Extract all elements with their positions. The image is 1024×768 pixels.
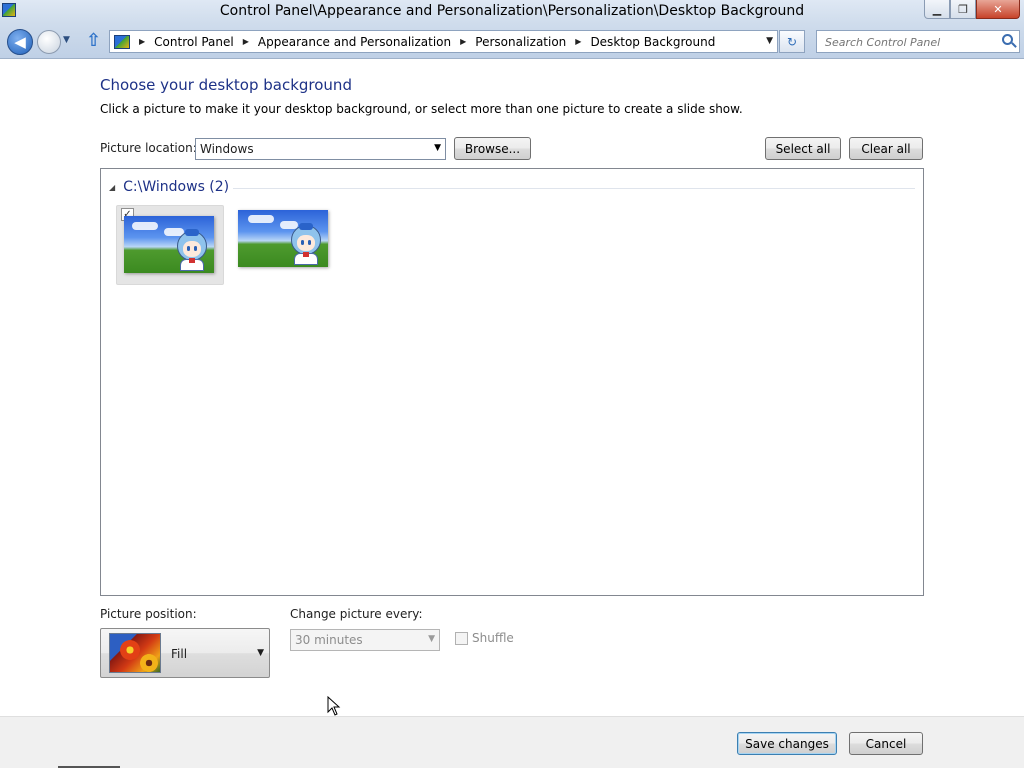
- back-button[interactable]: ◀: [7, 29, 33, 55]
- breadcrumb-personalization[interactable]: Personalization: [475, 35, 566, 49]
- page-title: Choose your desktop background: [100, 76, 352, 94]
- cancel-button[interactable]: Cancel: [849, 732, 923, 755]
- gallery-group-title: C:\Windows (2): [123, 179, 230, 195]
- window-title: Control Panel\Appearance and Personaliza…: [219, 3, 805, 19]
- shuffle-checkbox[interactable]: Shuffle: [455, 631, 514, 645]
- page-description: Click a picture to make it your desktop …: [100, 102, 743, 116]
- gallery-group-header[interactable]: ◢ C:\Windows (2): [109, 179, 229, 195]
- clear-all-button[interactable]: Clear all: [849, 137, 923, 160]
- address-bar[interactable]: ▶ Control Panel ▶ Appearance and Persona…: [109, 30, 778, 53]
- breadcrumb-appearance[interactable]: Appearance and Personalization: [258, 35, 451, 49]
- wallpaper-thumbnail[interactable]: ✓: [116, 205, 224, 285]
- anime-girl-image: [174, 229, 210, 271]
- up-arrow-icon[interactable]: ⇧: [86, 32, 101, 50]
- address-history-dropdown-icon[interactable]: ▼: [766, 36, 773, 46]
- restore-button[interactable]: ❐: [950, 0, 976, 19]
- picture-gallery[interactable]: ◢ C:\Windows (2) ✓: [100, 168, 924, 596]
- picture-location-select[interactable]: Windows ▼: [195, 138, 446, 160]
- chevron-right-icon[interactable]: ▶: [575, 37, 581, 46]
- picture-position-value: Fill: [171, 647, 188, 661]
- forward-button[interactable]: [37, 30, 61, 54]
- wallpaper-image: [124, 216, 214, 273]
- chevron-right-icon[interactable]: ▶: [460, 37, 466, 46]
- breadcrumb: ▶ Control Panel ▶ Appearance and Persona…: [130, 35, 715, 49]
- window-controls: ▁ ❐ ✕: [924, 0, 1020, 20]
- save-changes-button[interactable]: Save changes: [737, 732, 837, 755]
- picture-location-value: Windows: [200, 142, 254, 156]
- dropdown-arrow-icon: ▼: [257, 648, 264, 658]
- select-all-button[interactable]: Select all: [765, 137, 841, 160]
- breadcrumb-control-panel[interactable]: Control Panel: [154, 35, 234, 49]
- recent-pages-dropdown-icon[interactable]: ▼: [63, 35, 70, 45]
- chevron-right-icon[interactable]: ▶: [243, 37, 249, 46]
- search-box[interactable]: [816, 30, 1020, 53]
- position-preview-image: [109, 633, 161, 673]
- picture-location-label: Picture location:: [100, 141, 197, 155]
- navigation-bar: ◀ ▼ ⇧ ▶ Control Panel ▶ Appearance and P…: [0, 24, 1024, 59]
- change-interval-label: Change picture every:: [290, 607, 423, 621]
- minimize-button[interactable]: ▁: [924, 0, 950, 19]
- close-button[interactable]: ✕: [976, 0, 1020, 19]
- wallpaper-thumbnail[interactable]: [231, 205, 339, 285]
- refresh-button[interactable]: ↻: [779, 30, 805, 53]
- change-interval-value: 30 minutes: [295, 633, 363, 647]
- shuffle-label: Shuffle: [472, 631, 514, 645]
- wallpaper-image: [238, 210, 328, 267]
- breadcrumb-desktop-background[interactable]: Desktop Background: [590, 35, 715, 49]
- picture-position-select[interactable]: Fill ▼: [100, 628, 270, 678]
- picture-position-label: Picture position:: [100, 607, 197, 621]
- change-interval-select[interactable]: 30 minutes ▼: [290, 629, 440, 651]
- dropdown-arrow-icon: ▼: [428, 634, 435, 644]
- search-icon[interactable]: [1002, 34, 1013, 45]
- control-panel-icon: [114, 34, 130, 49]
- group-divider: [233, 188, 915, 189]
- collapse-caret-icon[interactable]: ◢: [109, 183, 115, 192]
- checkbox-box[interactable]: [455, 631, 468, 645]
- chevron-right-icon[interactable]: ▶: [139, 37, 145, 46]
- browse-button[interactable]: Browse...: [454, 137, 531, 160]
- dropdown-arrow-icon: ▼: [434, 143, 441, 153]
- search-input[interactable]: [825, 32, 995, 52]
- anime-girl-image: [288, 223, 324, 265]
- title-bar: Control Panel\Appearance and Personaliza…: [0, 0, 1024, 24]
